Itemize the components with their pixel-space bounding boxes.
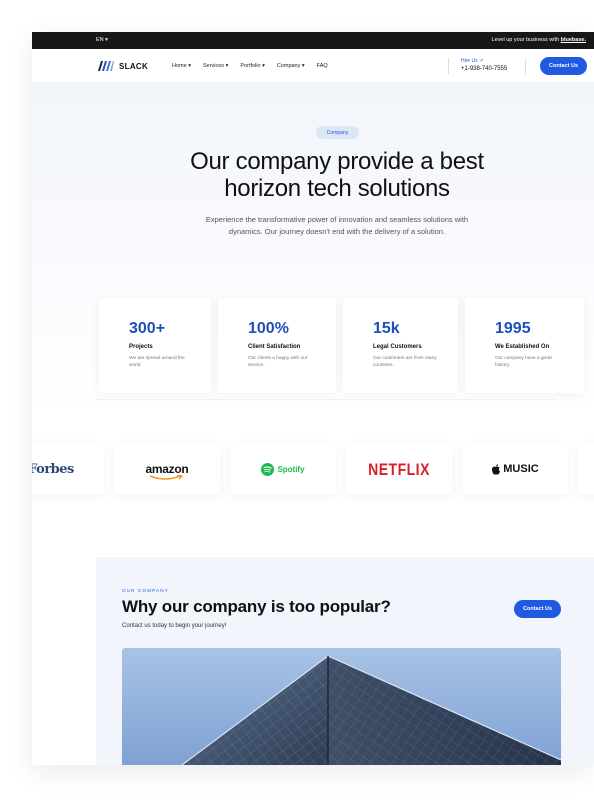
netflix-logo: NETFLIX xyxy=(368,459,430,479)
brand-card-forbes: Forbes xyxy=(32,444,104,494)
hero-title-line-1: Our company provide a best xyxy=(190,148,484,175)
nav-divider xyxy=(525,59,526,75)
stat-card-projects: 300+ Projects We are spread around the w… xyxy=(99,298,211,393)
brand-card-amazon: amazon xyxy=(114,444,220,494)
section-title: Why our company is too popular? xyxy=(122,597,391,616)
top-bar: EN ▾ Level up your business with bluebas… xyxy=(32,32,594,49)
promo-text: Level up your business with bluebase. xyxy=(491,37,586,43)
brand-card-apple-music: MUSIC xyxy=(462,444,568,494)
stat-card-established: 1995 We Established On Our company have … xyxy=(465,298,584,393)
stat-title: We Established On xyxy=(495,344,550,350)
section-divider xyxy=(96,399,556,400)
spotify-icon xyxy=(261,462,275,476)
nav-services[interactable]: Services ▾ xyxy=(203,63,228,69)
stat-card-satisfaction: 100% Client Satisfaction Our clients a h… xyxy=(218,298,336,393)
stat-title: Projects xyxy=(129,344,153,350)
amazon-logo: amazon xyxy=(146,462,189,480)
company-badge: Company xyxy=(316,126,359,139)
why-company-section: OUR COMPANY Why our company is too popul… xyxy=(96,557,594,765)
navbar: SLACK Home ▾ Services ▾ Portfolio ▾ Comp… xyxy=(32,49,594,83)
brand-card-partial xyxy=(578,444,594,494)
hire-us-block[interactable]: Hire Us ↗ +1-938-740-7555 xyxy=(448,58,507,74)
contact-us-button[interactable]: Contact Us xyxy=(540,57,587,75)
nav-home[interactable]: Home ▾ xyxy=(172,63,191,69)
stat-card-customers: 15k Legal Customers Our customers are fr… xyxy=(343,298,458,393)
hero-subtitle-line-2: dynamics. Our journey doesn't end with t… xyxy=(228,227,446,236)
stat-value: 15k xyxy=(373,320,400,337)
stat-description: Our company have a great history. xyxy=(495,356,552,368)
promo-link[interactable]: bluebase. xyxy=(561,37,586,43)
hero-section: Company Our company provide a best horiz… xyxy=(32,83,594,413)
hero-title: Our company provide a best horizon tech … xyxy=(112,148,562,202)
nav-portfolio[interactable]: Portfolio ▾ xyxy=(240,63,264,69)
apple-icon xyxy=(492,463,501,475)
section-contact-button[interactable]: Contact Us xyxy=(514,600,561,618)
amazon-smile-icon xyxy=(149,475,183,480)
building-image xyxy=(122,648,561,765)
stat-title: Legal Customers xyxy=(373,344,422,350)
page-frame: EN ▾ Level up your business with bluebas… xyxy=(32,32,594,765)
section-eyebrow: OUR COMPANY xyxy=(122,588,169,593)
hero-subtitle: Experience the transformative power of i… xyxy=(187,214,487,238)
hero-title-line-2: horizon tech solutions xyxy=(224,175,450,202)
logo-text: SLACK xyxy=(119,61,149,71)
stat-value: 100% xyxy=(248,320,289,337)
stat-description: Our clients a happy with our service. xyxy=(248,356,308,368)
stat-value: 300+ xyxy=(129,320,166,337)
stat-description: We are spread around the world. xyxy=(129,356,185,368)
logo[interactable]: SLACK xyxy=(96,61,148,71)
stats-row: 300+ Projects We are spread around the w… xyxy=(99,298,594,393)
hire-us-label[interactable]: Hire Us ↗ xyxy=(461,58,507,64)
section-subtitle: Contact us today to begin your journey! xyxy=(122,623,227,629)
stat-value: 1995 xyxy=(495,320,531,337)
stat-description: Our customers are from many countries. xyxy=(373,356,437,368)
brand-card-netflix: NETFLIX xyxy=(346,444,452,494)
phone-number[interactable]: +1-938-740-7555 xyxy=(461,66,507,72)
building-illustration xyxy=(181,655,561,765)
apple-music-logo: MUSIC xyxy=(491,463,539,475)
nav-links: Home ▾ Services ▾ Portfolio ▾ Company ▾ … xyxy=(172,63,328,69)
brand-card-spotify: Spotify xyxy=(230,444,336,494)
forbes-logo: Forbes xyxy=(32,461,74,477)
nav-faq[interactable]: FAQ xyxy=(317,63,328,69)
spotify-logo: Spotify xyxy=(261,462,305,476)
language-selector[interactable]: EN ▾ xyxy=(96,37,108,43)
nav-company[interactable]: Company ▾ xyxy=(277,63,305,69)
hero-subtitle-line-1: Experience the transformative power of i… xyxy=(205,215,469,224)
stat-title: Client Satisfaction xyxy=(248,344,301,350)
logo-stripes-icon xyxy=(98,61,114,71)
